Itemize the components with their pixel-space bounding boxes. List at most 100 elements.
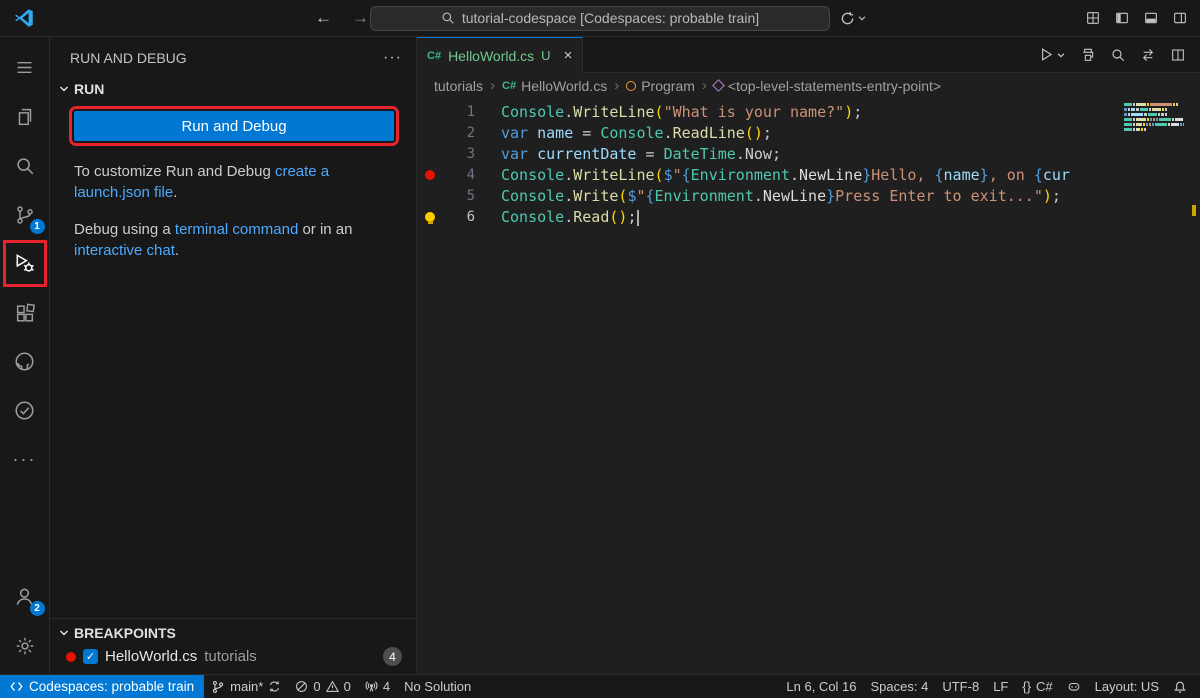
code-line[interactable]: 6Console.Read(); — [417, 206, 1200, 227]
toggle-panel-icon[interactable] — [1143, 10, 1159, 26]
ports-indicator[interactable]: 4 — [358, 675, 397, 698]
extensions-icon[interactable] — [1, 288, 49, 337]
lightbulb-icon[interactable] — [425, 212, 435, 222]
remote-indicator[interactable]: Codespaces: probable train — [0, 675, 204, 698]
run-or-debug-button[interactable] — [1038, 46, 1066, 63]
open-changes-icon[interactable] — [1140, 47, 1156, 63]
print-icon[interactable] — [1080, 47, 1096, 63]
explorer-icon[interactable] — [1, 92, 49, 141]
toggle-primary-sidebar-icon[interactable] — [1114, 10, 1130, 26]
git-branch-icon — [211, 680, 225, 694]
breakpoints-header[interactable]: BREAKPOINTS — [50, 619, 416, 645]
interactive-chat-link[interactable]: interactive chat — [74, 242, 175, 259]
code-text: Console.WriteLine("What is your name?"); — [501, 103, 862, 121]
nav-forward-button[interactable]: → — [352, 8, 369, 28]
indentation-indicator[interactable]: Spaces: 4 — [864, 675, 936, 698]
breadcrumb-file[interactable]: C#HelloWorld.cs — [502, 78, 607, 94]
language-indicator[interactable]: {} C# — [1015, 675, 1059, 698]
code-text: var name = Console.ReadLine(); — [501, 124, 772, 142]
tab-git-status: U — [541, 48, 550, 63]
debug-hint-mid: or in an — [298, 221, 352, 238]
search-icon — [441, 11, 455, 25]
minimap[interactable] — [1122, 100, 1186, 136]
github-icon[interactable] — [1, 337, 49, 386]
line-number: 4 — [443, 167, 475, 183]
cursor-position[interactable]: Ln 6, Col 16 — [779, 675, 863, 698]
search-view-icon[interactable] — [1, 141, 49, 190]
menu-icon[interactable] — [1, 43, 49, 92]
problems-indicator[interactable]: 0 0 — [288, 675, 357, 698]
overview-ruler-mark — [1192, 205, 1196, 216]
code-line[interactable]: 3var currentDate = DateTime.Now; — [417, 143, 1200, 164]
breakpoints-label: BREAKPOINTS — [74, 625, 176, 641]
copilot-indicator[interactable] — [1060, 675, 1088, 698]
solution-label: No Solution — [404, 679, 471, 694]
run-section-label: RUN — [74, 81, 104, 97]
keyboard-layout-indicator[interactable]: Layout: US — [1088, 675, 1166, 698]
code-line[interactable]: 1 Console.WriteLine("What is your name?")… — [417, 101, 1200, 122]
tab-bar: C# HelloWorld.cs U × — [417, 37, 1200, 73]
encoding-indicator[interactable]: UTF-8 — [935, 675, 986, 698]
code-line[interactable]: 5 Console.Write($"{Environment.NewLine}Pr… — [417, 185, 1200, 206]
nav-back-button[interactable]: ← — [315, 8, 332, 28]
breakpoint-dot-icon[interactable] — [425, 170, 435, 180]
csharp-file-icon: C# — [502, 80, 516, 92]
breakpoint-glyph[interactable] — [417, 170, 443, 180]
debug-hint-pre: Debug using a — [74, 221, 175, 238]
breakpoint-dot-icon — [66, 652, 76, 662]
code-lines: 1 Console.WriteLine("What is your name?")… — [417, 101, 1200, 227]
breadcrumb-symbol[interactable]: <top-level-statements-entry-point> — [714, 78, 941, 94]
line-number: 2 — [443, 125, 475, 141]
play-icon — [1038, 46, 1055, 63]
solution-indicator[interactable]: No Solution — [397, 675, 478, 698]
breakpoints-section: BREAKPOINTS ✓ HelloWorld.cs tutorials 4 — [50, 618, 416, 674]
breadcrumb-class[interactable]: Program — [626, 78, 695, 94]
run-and-debug-icon[interactable] — [1, 239, 49, 288]
search-editor-icon[interactable] — [1110, 47, 1126, 63]
sync-icon — [268, 680, 281, 693]
breadcrumb: tutorials › C#HelloWorld.cs › Program › … — [417, 73, 1200, 98]
breakpoint-checkbox[interactable]: ✓ — [83, 649, 98, 664]
breakpoint-file: HelloWorld.cs — [105, 648, 197, 665]
activity-bar: 1 ··· 2 — [0, 37, 50, 674]
run-and-debug-button[interactable]: Run and Debug — [74, 111, 394, 141]
vscode-logo-icon — [14, 8, 34, 28]
accounts-icon[interactable]: 2 — [1, 572, 49, 621]
command-center-search[interactable]: tutorial-codespace [Codespaces: probable… — [370, 6, 830, 31]
code-line[interactable]: 4 Console.WriteLine($"{Environment.NewLin… — [417, 164, 1200, 185]
warning-count: 0 — [344, 679, 351, 694]
customize-layout-icon[interactable] — [1085, 10, 1101, 26]
run-section-header[interactable]: RUN — [50, 77, 416, 101]
source-control-icon[interactable]: 1 — [1, 190, 49, 239]
line-number: 5 — [443, 188, 475, 204]
line-number: 1 — [443, 104, 475, 120]
codespace-menu-button[interactable] — [840, 11, 867, 26]
lightbulb-glyph[interactable] — [417, 212, 443, 222]
more-actions-icon[interactable]: ··· — [383, 49, 402, 67]
tab-helloworld[interactable]: C# HelloWorld.cs U × — [417, 37, 583, 73]
line-number: 6 — [443, 209, 475, 225]
more-views-icon[interactable]: ··· — [1, 435, 49, 484]
code-text: Console.WriteLine($"{Environment.NewLine… — [501, 166, 1070, 184]
notifications-bell-icon[interactable] — [1166, 675, 1194, 698]
settings-gear-icon[interactable] — [1, 621, 49, 670]
check-circle-icon[interactable] — [1, 386, 49, 435]
terminal-command-link[interactable]: terminal command — [175, 221, 298, 238]
eol-indicator[interactable]: LF — [986, 675, 1015, 698]
code-editor[interactable]: 1 Console.WriteLine("What is your name?")… — [417, 98, 1200, 674]
error-icon — [295, 680, 308, 693]
chevron-down-icon — [857, 13, 867, 23]
editor-group: C# HelloWorld.cs U × tutorials › C#Hello… — [417, 37, 1200, 674]
breadcrumb-folder[interactable]: tutorials — [434, 78, 483, 94]
split-editor-icon[interactable] — [1170, 47, 1186, 63]
toggle-secondary-sidebar-icon[interactable] — [1172, 10, 1188, 26]
code-text: Console.Write($"{Environment.NewLine}Pre… — [501, 187, 1061, 205]
run-and-debug-sidebar: RUN AND DEBUG ··· RUN Run and Debug To c… — [50, 37, 417, 674]
code-line[interactable]: 2 var name = Console.ReadLine(); — [417, 122, 1200, 143]
branch-indicator[interactable]: main* — [204, 675, 288, 698]
close-tab-icon[interactable]: × — [564, 47, 573, 64]
debug-hint-text: Debug using a terminal command or in an … — [74, 219, 396, 261]
breakpoint-item[interactable]: ✓ HelloWorld.cs tutorials 4 — [50, 645, 416, 668]
remote-label: Codespaces: probable train — [29, 679, 194, 694]
status-bar: Codespaces: probable train main* 0 0 4 N… — [0, 674, 1200, 698]
